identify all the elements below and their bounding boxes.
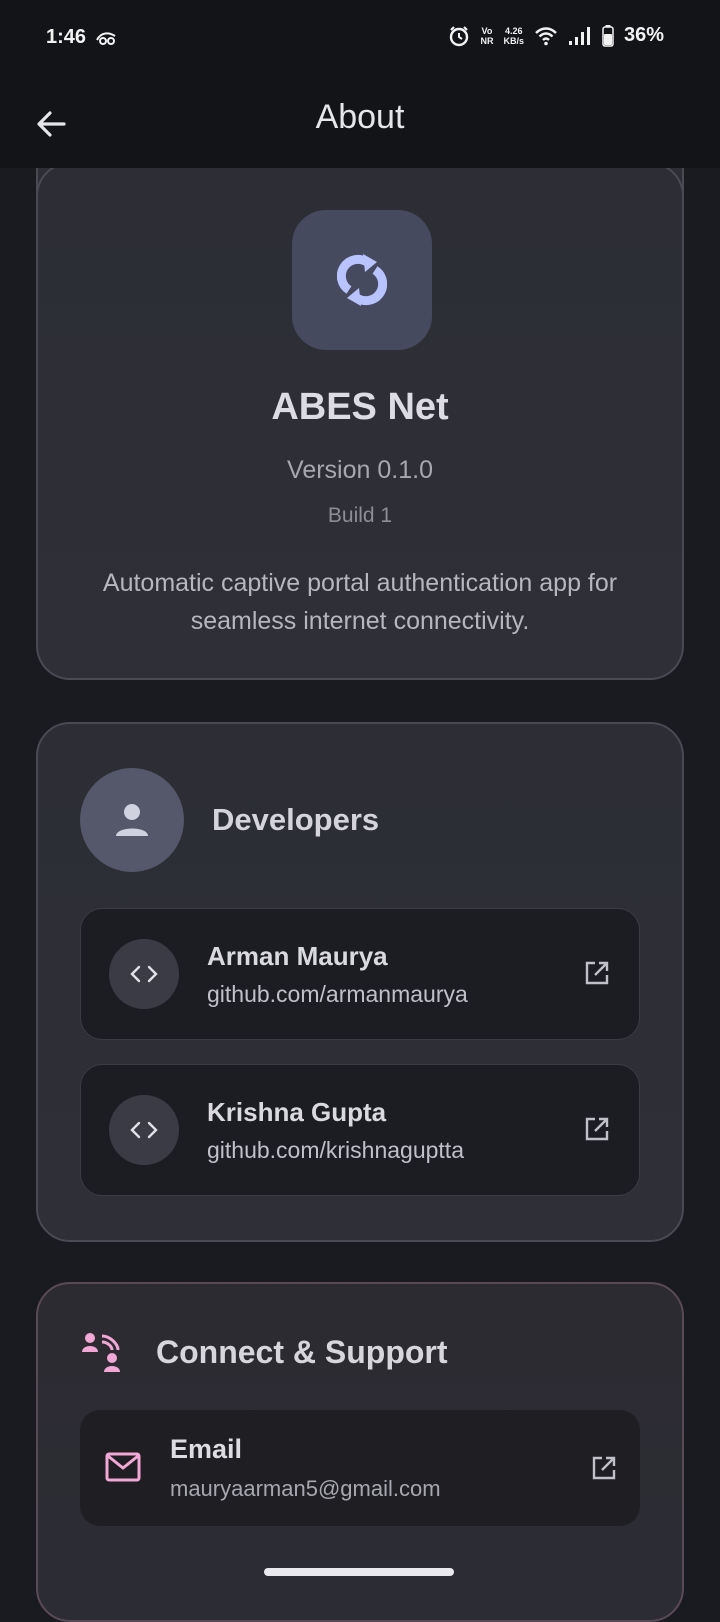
support-title: Connect & Support <box>156 1334 448 1370</box>
page-title: About <box>315 98 405 136</box>
app-build: Build 1 <box>327 504 393 527</box>
developer-name: Krishna Gupta <box>207 1097 387 1127</box>
code-icon <box>130 1121 158 1139</box>
sync-icon <box>337 254 387 306</box>
developer-item-arman[interactable]: Arman Maurya github.com/armanmaurya <box>80 908 640 1040</box>
open-external-icon <box>585 1117 609 1141</box>
app-version: Version 0.1.0 <box>287 456 433 484</box>
alarm-icon <box>450 25 469 46</box>
arrow-left-icon <box>37 111 66 137</box>
code-icon-circle <box>109 939 179 1009</box>
signal-icon <box>568 26 590 45</box>
open-external-icon <box>592 1456 616 1480</box>
person-icon <box>116 804 148 836</box>
app-name: ABES Net <box>271 386 449 428</box>
email-address: mauryaarman5@gmail.com <box>170 1476 441 1501</box>
developer-link: github.com/armanmaurya <box>207 981 468 1007</box>
back-button[interactable] <box>30 102 74 146</box>
home-indicator[interactable] <box>264 1568 454 1576</box>
app-bar: About <box>0 80 720 168</box>
developers-title: Developers <box>212 802 380 837</box>
mail-icon <box>105 1452 141 1482</box>
code-icon <box>130 965 158 983</box>
app-description: Automatic captive portal authentication … <box>102 569 618 635</box>
open-external-icon <box>585 961 609 985</box>
connect-support-icon <box>82 1333 120 1372</box>
app-logo <box>292 210 432 350</box>
email-label: Email <box>170 1434 243 1464</box>
wifi-icon <box>535 26 557 45</box>
status-time: 1:46 <box>46 26 87 48</box>
developer-name: Arman Maurya <box>207 941 388 971</box>
volte-icon: Vo NR <box>480 25 494 46</box>
battery-percent: 36% <box>623 24 664 46</box>
status-icons: Vo NR 4.26 KB/s 36% <box>448 24 664 47</box>
developer-link: github.com/krishnaguptta <box>207 1137 464 1163</box>
avatar <box>80 768 184 872</box>
carrier-icon <box>96 32 116 45</box>
email-item[interactable]: Email mauryaarman5@gmail.com <box>80 1410 640 1526</box>
battery-icon <box>602 24 614 47</box>
about-card: ABES Net Version 0.1.0 Build 1 Automatic… <box>36 162 684 680</box>
status-bar: 1:46 Vo NR 4.26 KB/s 36% <box>0 0 720 80</box>
code-icon-circle <box>109 1095 179 1165</box>
network-speed: 4.26 KB/s <box>503 25 524 46</box>
developer-item-krishna[interactable]: Krishna Gupta github.com/krishnaguptta <box>80 1064 640 1196</box>
developers-card: Developers Arman Maurya github.com/arman… <box>36 722 684 1242</box>
